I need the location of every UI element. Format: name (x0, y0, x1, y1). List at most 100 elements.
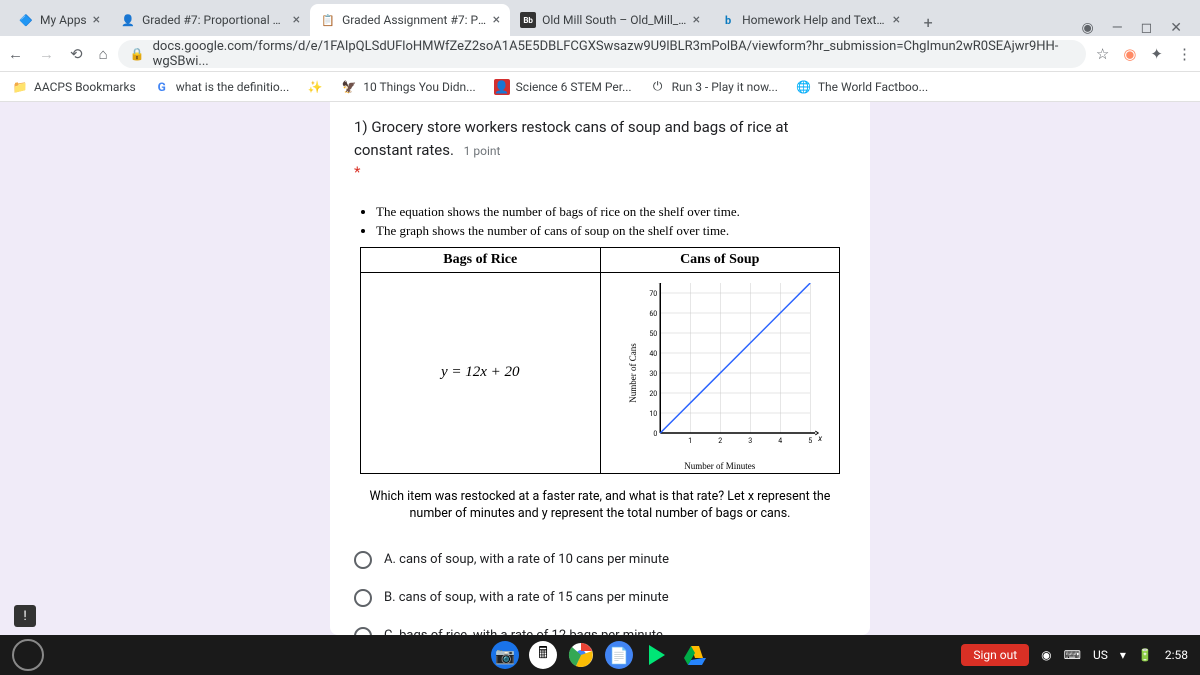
option-a[interactable]: A. cans of soup, with a rate of 10 cans … (354, 541, 846, 579)
bookmark-world-factbook[interactable]: 🌐 The World Factboo... (796, 79, 928, 95)
option-label: A. cans of soup, with a rate of 10 cans … (384, 552, 669, 567)
url-text: docs.google.com/forms/d/e/1FAIpQLSdUFloH… (153, 39, 1074, 69)
tab-graded-7[interactable]: 👤 Graded #7: Proportional and n × (110, 4, 310, 36)
tab-title: My Apps (40, 13, 87, 27)
close-icon[interactable]: × (93, 12, 100, 28)
tab-title: Old Mill South – Old_Mill_Sout (542, 13, 687, 27)
tab-title: Graded #7: Proportional and n (142, 13, 287, 27)
tab-old-mill[interactable]: Bb Old Mill South – Old_Mill_Sout × (510, 4, 710, 36)
bookmark-icon: 🌐 (796, 79, 812, 95)
camera-app-icon[interactable]: 📷 (491, 641, 519, 669)
svg-text:60: 60 (649, 310, 657, 318)
forward-icon[interactable]: → (39, 45, 54, 63)
svg-text:4: 4 (778, 437, 782, 445)
chart-ylabel: Number of Cans (627, 343, 637, 403)
bookmark-science-6[interactable]: 👤Science 6 STEM Per... (494, 79, 632, 95)
option-label: B. cans of soup, with a rate of 15 cans … (384, 590, 669, 605)
bookmark-star-icon[interactable]: ☆ (1096, 45, 1109, 63)
home-icon[interactable]: ⌂ (99, 45, 108, 63)
bookmark-label: Run 3 - Play it now... (672, 80, 778, 94)
form-question-card: 1) Grocery store workers restock cans of… (330, 102, 870, 635)
back-icon[interactable]: ← (8, 45, 23, 63)
svg-text:0: 0 (653, 430, 657, 438)
radio-icon[interactable] (354, 589, 372, 607)
bookmark-item[interactable]: ✨ (307, 79, 323, 95)
question-points: 1 point (464, 144, 501, 158)
browser-tab-strip: 🔷 My Apps × 👤 Graded #7: Proportional an… (0, 0, 1200, 36)
menu-icon[interactable]: ⋮ (1177, 45, 1192, 63)
chart-xlabel: Number of Minutes (684, 461, 755, 471)
bookmark-icon: 👤 (494, 79, 510, 95)
tab-graded-assignment-7[interactable]: 📋 Graded Assignment #7: Propo × (310, 4, 510, 36)
locale-label[interactable]: US (1093, 648, 1108, 662)
bookmark-google-search[interactable]: Gwhat is the definitio... (154, 79, 290, 95)
battery-icon[interactable]: 🔋 (1138, 648, 1153, 662)
bookmark-label: 10 Things You Didn... (363, 80, 475, 94)
close-icon[interactable]: × (893, 12, 900, 28)
minimize-icon[interactable]: — (1112, 20, 1123, 36)
favicon: 🔷 (18, 12, 34, 28)
clock[interactable]: 2:58 (1165, 648, 1188, 662)
svg-text:5: 5 (808, 437, 812, 445)
folder-icon: 📁 (12, 79, 28, 95)
figure-header-soup: Cans of Soup (601, 248, 840, 273)
radio-icon[interactable] (354, 627, 372, 636)
accessibility-icon[interactable]: ◉ (1041, 648, 1051, 662)
question-text: Grocery store workers restock cans of so… (354, 118, 788, 159)
forms-icon: 📋 (320, 12, 336, 28)
close-icon[interactable]: × (493, 12, 500, 28)
launcher-button[interactable] (12, 639, 44, 671)
reload-icon[interactable]: ⟲ (70, 45, 83, 63)
browser-toolbar: ← → ⟲ ⌂ 🔒 docs.google.com/forms/d/e/1FAI… (0, 36, 1200, 72)
notification-badge[interactable]: ! (14, 605, 36, 627)
bookmark-icon: 🦅 (341, 79, 357, 95)
maximize-icon[interactable]: ◻ (1141, 20, 1153, 36)
close-window-icon[interactable]: ✕ (1170, 20, 1182, 36)
option-label: C. bags of rice, with a rate of 12 bags … (384, 628, 663, 635)
drive-app-icon[interactable] (681, 641, 709, 669)
tab-title: Homework Help and Textbook (742, 13, 887, 27)
calculator-app-icon[interactable]: 🖩 (529, 641, 557, 669)
extension-screencastify-icon[interactable]: ◉ (1123, 45, 1136, 63)
sign-out-button[interactable]: Sign out (961, 644, 1029, 666)
bullet-2: The graph shows the number of cans of so… (376, 221, 846, 241)
option-b[interactable]: B. cans of soup, with a rate of 15 cans … (354, 579, 846, 617)
docs-app-icon[interactable]: 📄 (605, 641, 633, 669)
tab-my-apps[interactable]: 🔷 My Apps × (8, 4, 110, 36)
sub-question: Which item was restocked at a faster rat… (354, 488, 846, 523)
svg-text:50: 50 (649, 330, 657, 338)
svg-text:70: 70 (649, 290, 657, 298)
tab-homework-help[interactable]: b Homework Help and Textbook × (710, 4, 910, 36)
close-icon[interactable]: × (293, 12, 300, 28)
bookmark-label: what is the definitio... (176, 80, 290, 94)
bookmark-icon: ✨ (307, 79, 323, 95)
extensions-icon[interactable]: ✦ (1150, 45, 1163, 63)
new-tab-button[interactable]: + (914, 8, 942, 36)
svg-text:2: 2 (718, 437, 722, 445)
play-app-icon[interactable] (643, 641, 671, 669)
svg-text:40: 40 (649, 350, 657, 358)
keyboard-icon[interactable]: ⌨ (1064, 648, 1081, 662)
bookmark-10-things[interactable]: 🦅 10 Things You Didn... (341, 79, 475, 95)
bookmark-icon: ⏻ (650, 79, 666, 95)
brainly-icon: b (720, 12, 736, 28)
question-figure: Bags of Rice y = 12x + 20 Cans of Soup N… (360, 247, 840, 474)
figure-header-rice: Bags of Rice (361, 248, 600, 273)
bullet-1: The equation shows the number of bags of… (376, 202, 846, 222)
chrome-app-icon[interactable] (567, 641, 595, 669)
bookmark-run-3[interactable]: ⏻ Run 3 - Play it now... (650, 79, 778, 95)
cast-icon[interactable]: ◉ (1081, 20, 1093, 36)
required-asterisk: * (354, 163, 360, 181)
wifi-icon[interactable]: ▾ (1120, 648, 1126, 662)
svg-text:20: 20 (649, 390, 657, 398)
bookmark-label: The World Factboo... (818, 80, 928, 94)
close-icon[interactable]: × (693, 12, 700, 28)
bookmark-aacps[interactable]: 📁AACPS Bookmarks (12, 79, 136, 95)
site-info-icon[interactable]: 🔒 (130, 47, 145, 61)
radio-icon[interactable] (354, 551, 372, 569)
tab-title: Graded Assignment #7: Propo (342, 13, 487, 27)
address-bar[interactable]: 🔒 docs.google.com/forms/d/e/1FAIpQLSdUFl… (118, 40, 1086, 68)
option-c[interactable]: C. bags of rice, with a rate of 12 bags … (354, 617, 846, 636)
blackboard-icon: Bb (520, 12, 536, 28)
svg-text:1: 1 (688, 437, 692, 445)
